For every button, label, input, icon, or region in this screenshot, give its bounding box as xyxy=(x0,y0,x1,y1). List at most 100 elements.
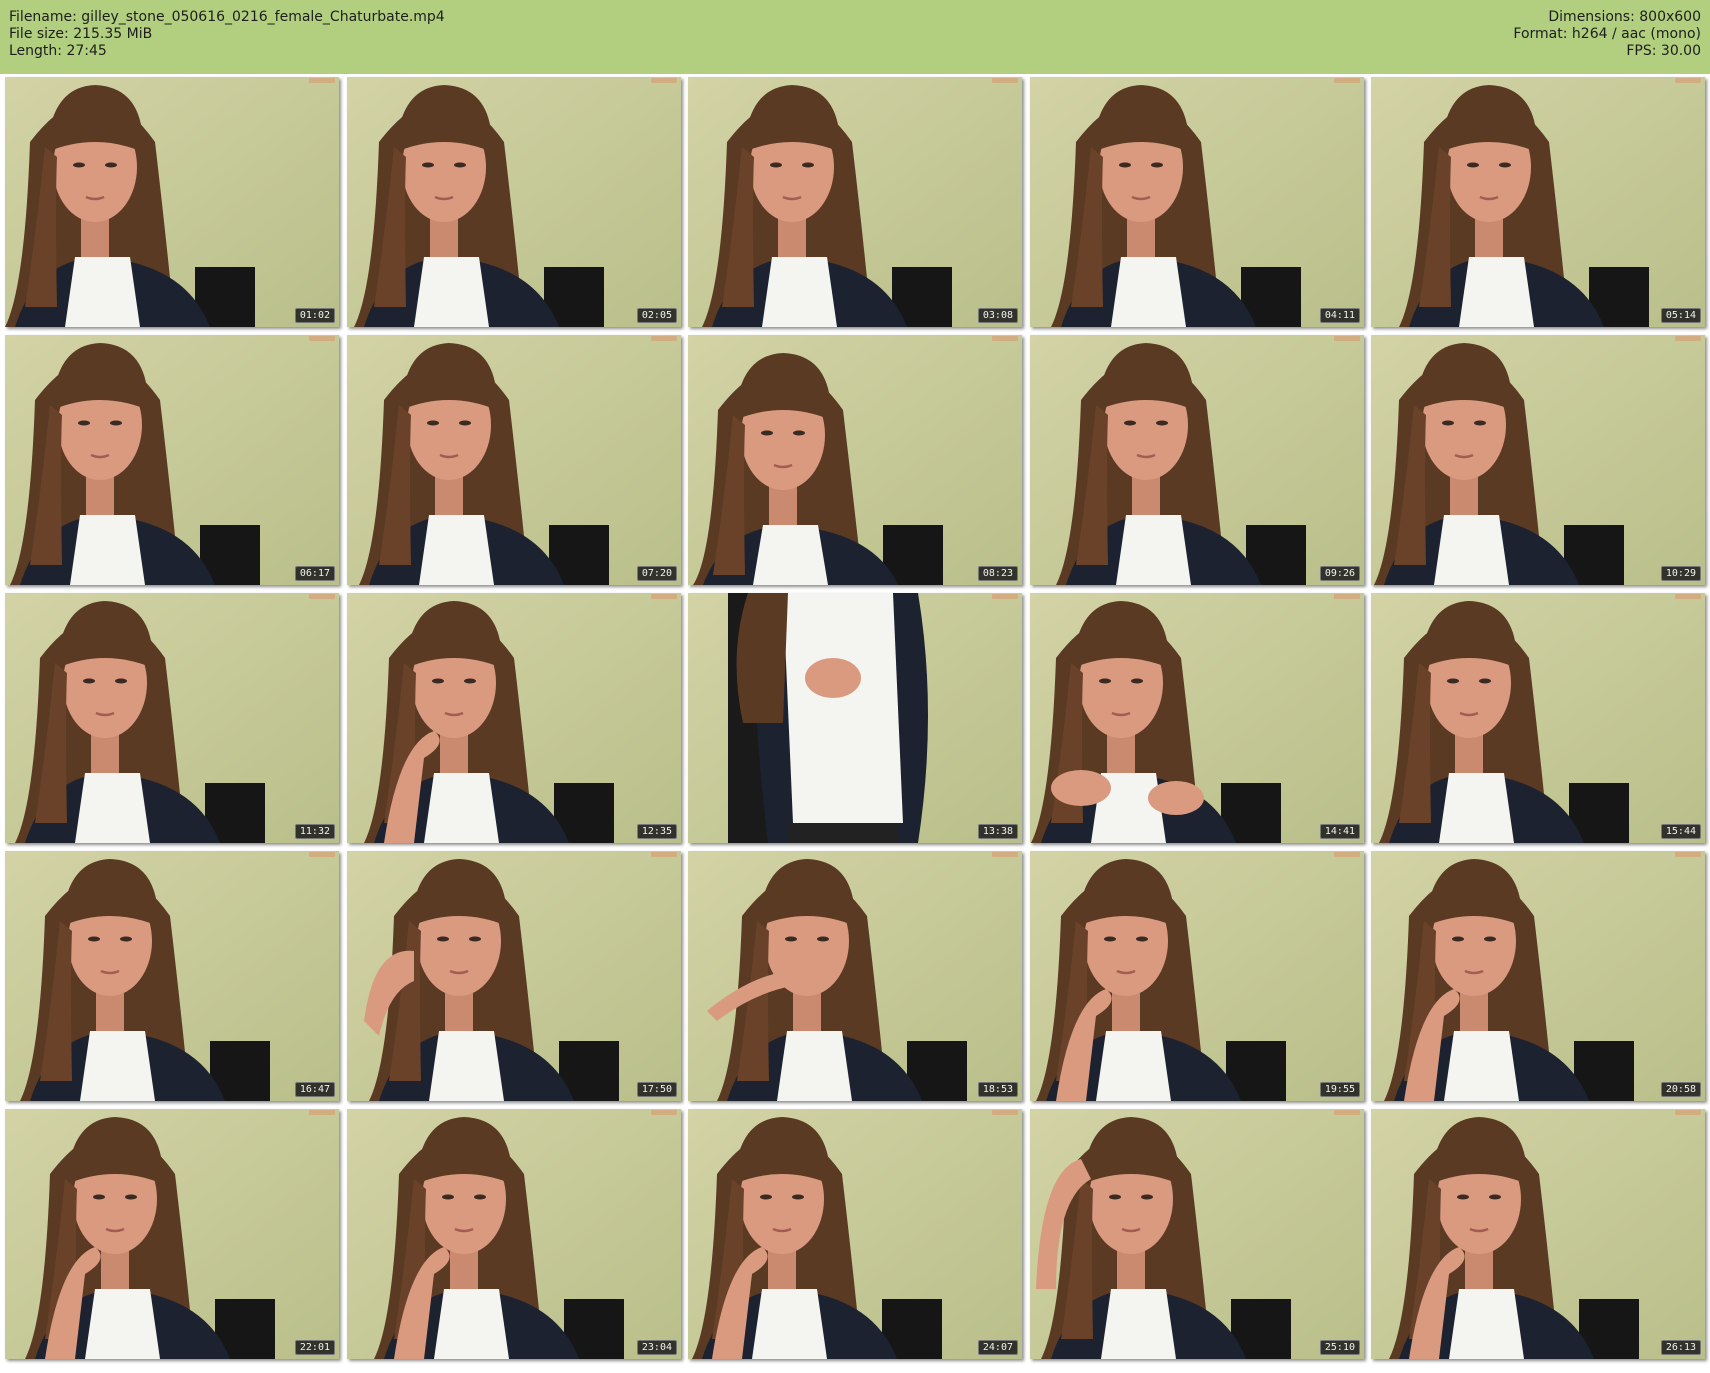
eye xyxy=(1442,420,1454,426)
eye xyxy=(1141,1194,1153,1200)
eye xyxy=(464,678,476,684)
watermark-logo xyxy=(309,336,335,341)
eye xyxy=(761,430,773,436)
video-thumbnail[interactable]: 17:50 xyxy=(347,851,681,1101)
video-thumbnail[interactable]: 22:01 xyxy=(5,1109,339,1359)
eye xyxy=(454,162,466,168)
video-thumbnail[interactable]: 05:14 xyxy=(1371,77,1705,327)
shirt xyxy=(424,773,499,843)
watermark-logo xyxy=(1675,78,1701,83)
timestamp-label: 26:13 xyxy=(1660,1340,1701,1355)
eye xyxy=(120,936,132,942)
shirt xyxy=(1116,515,1191,585)
watermark-logo xyxy=(651,336,677,341)
eye xyxy=(73,162,85,168)
watermark-logo xyxy=(1334,78,1360,83)
hand xyxy=(1051,770,1111,806)
thumbnail-frame xyxy=(347,851,681,1101)
watermark-logo xyxy=(992,852,1018,857)
video-thumbnail[interactable]: 19:55 xyxy=(1030,851,1364,1101)
timestamp-label: 13:38 xyxy=(977,824,1018,839)
shirt xyxy=(419,515,494,585)
video-thumbnail[interactable]: 16:47 xyxy=(5,851,339,1101)
watermark-logo xyxy=(1334,1110,1360,1115)
thumbnail-frame xyxy=(347,335,681,585)
video-thumbnail[interactable]: 06:17 xyxy=(5,335,339,585)
thumbnail-frame xyxy=(347,1109,681,1359)
video-thumbnail[interactable]: 09:26 xyxy=(1030,335,1364,585)
video-thumbnail[interactable]: 23:04 xyxy=(347,1109,681,1359)
shirt xyxy=(1434,515,1509,585)
eye xyxy=(1109,1194,1121,1200)
watermark-logo xyxy=(1334,336,1360,341)
eye xyxy=(125,1194,137,1200)
thumbnail-frame xyxy=(1030,1109,1364,1359)
watermark-logo xyxy=(992,78,1018,83)
shirt xyxy=(434,1289,509,1359)
shirt xyxy=(70,515,145,585)
eye xyxy=(1479,678,1491,684)
timestamp-label: 23:04 xyxy=(636,1340,677,1355)
video-thumbnail[interactable]: 03:08 xyxy=(688,77,1022,327)
eye xyxy=(1484,936,1496,942)
shirt xyxy=(1096,1031,1171,1101)
eye xyxy=(1447,678,1459,684)
thumbnail-frame xyxy=(5,77,339,327)
shirt xyxy=(1444,1031,1519,1101)
watermark-logo xyxy=(651,852,677,857)
timestamp-label: 10:29 xyxy=(1660,566,1701,581)
video-thumbnail[interactable]: 15:44 xyxy=(1371,593,1705,843)
video-thumbnail[interactable]: 25:10 xyxy=(1030,1109,1364,1359)
shirt xyxy=(65,257,140,327)
video-thumbnail[interactable]: 14:41 xyxy=(1030,593,1364,843)
timestamp-label: 14:41 xyxy=(1319,824,1360,839)
thumbnail-frame xyxy=(688,1109,1022,1359)
video-thumbnail[interactable]: 04:11 xyxy=(1030,77,1364,327)
shirt xyxy=(75,773,150,843)
watermark-logo xyxy=(651,78,677,83)
thumbnail-frame xyxy=(1030,851,1364,1101)
eye xyxy=(802,162,814,168)
eye xyxy=(760,1194,772,1200)
eye xyxy=(1489,1194,1501,1200)
timestamp-label: 20:58 xyxy=(1660,1082,1701,1097)
video-thumbnail[interactable]: 24:07 xyxy=(688,1109,1022,1359)
timestamp-label: 05:14 xyxy=(1660,308,1701,323)
video-thumbnail[interactable]: 26:13 xyxy=(1371,1109,1705,1359)
watermark-logo xyxy=(309,594,335,599)
video-thumbnail[interactable]: 08:23 xyxy=(688,335,1022,585)
thumbnail-frame xyxy=(1371,1109,1705,1359)
thumbnail-frame xyxy=(5,1109,339,1359)
eye xyxy=(115,678,127,684)
timestamp-label: 19:55 xyxy=(1319,1082,1360,1097)
timestamp-label: 02:05 xyxy=(636,308,677,323)
video-thumbnail[interactable]: 10:29 xyxy=(1371,335,1705,585)
video-thumbnail[interactable]: 11:32 xyxy=(5,593,339,843)
timestamp-label: 15:44 xyxy=(1660,824,1701,839)
timestamp-label: 06:17 xyxy=(294,566,335,581)
shirt xyxy=(414,257,489,327)
watermark-logo xyxy=(309,1110,335,1115)
video-thumbnail[interactable]: 07:20 xyxy=(347,335,681,585)
video-thumbnail[interactable]: 01:02 xyxy=(5,77,339,327)
eye xyxy=(78,420,90,426)
timestamp-label: 24:07 xyxy=(977,1340,1018,1355)
watermark-logo xyxy=(309,78,335,83)
video-thumbnail[interactable]: 18:53 xyxy=(688,851,1022,1101)
hands xyxy=(805,658,861,698)
eye xyxy=(817,936,829,942)
video-thumbnail[interactable]: 20:58 xyxy=(1371,851,1705,1101)
eye xyxy=(785,936,797,942)
watermark-logo xyxy=(1334,852,1360,857)
watermark-logo xyxy=(1675,852,1701,857)
shirt xyxy=(783,593,903,823)
watermark-logo xyxy=(1675,594,1701,599)
video-thumbnail[interactable]: 12:35 xyxy=(347,593,681,843)
video-thumbnail[interactable]: 02:05 xyxy=(347,77,681,327)
watermark-logo xyxy=(1675,336,1701,341)
video-thumbnail[interactable]: 13:38 xyxy=(688,593,1022,843)
eye xyxy=(474,1194,486,1200)
eye xyxy=(105,162,117,168)
timestamp-label: 22:01 xyxy=(294,1340,335,1355)
watermark-logo xyxy=(309,852,335,857)
